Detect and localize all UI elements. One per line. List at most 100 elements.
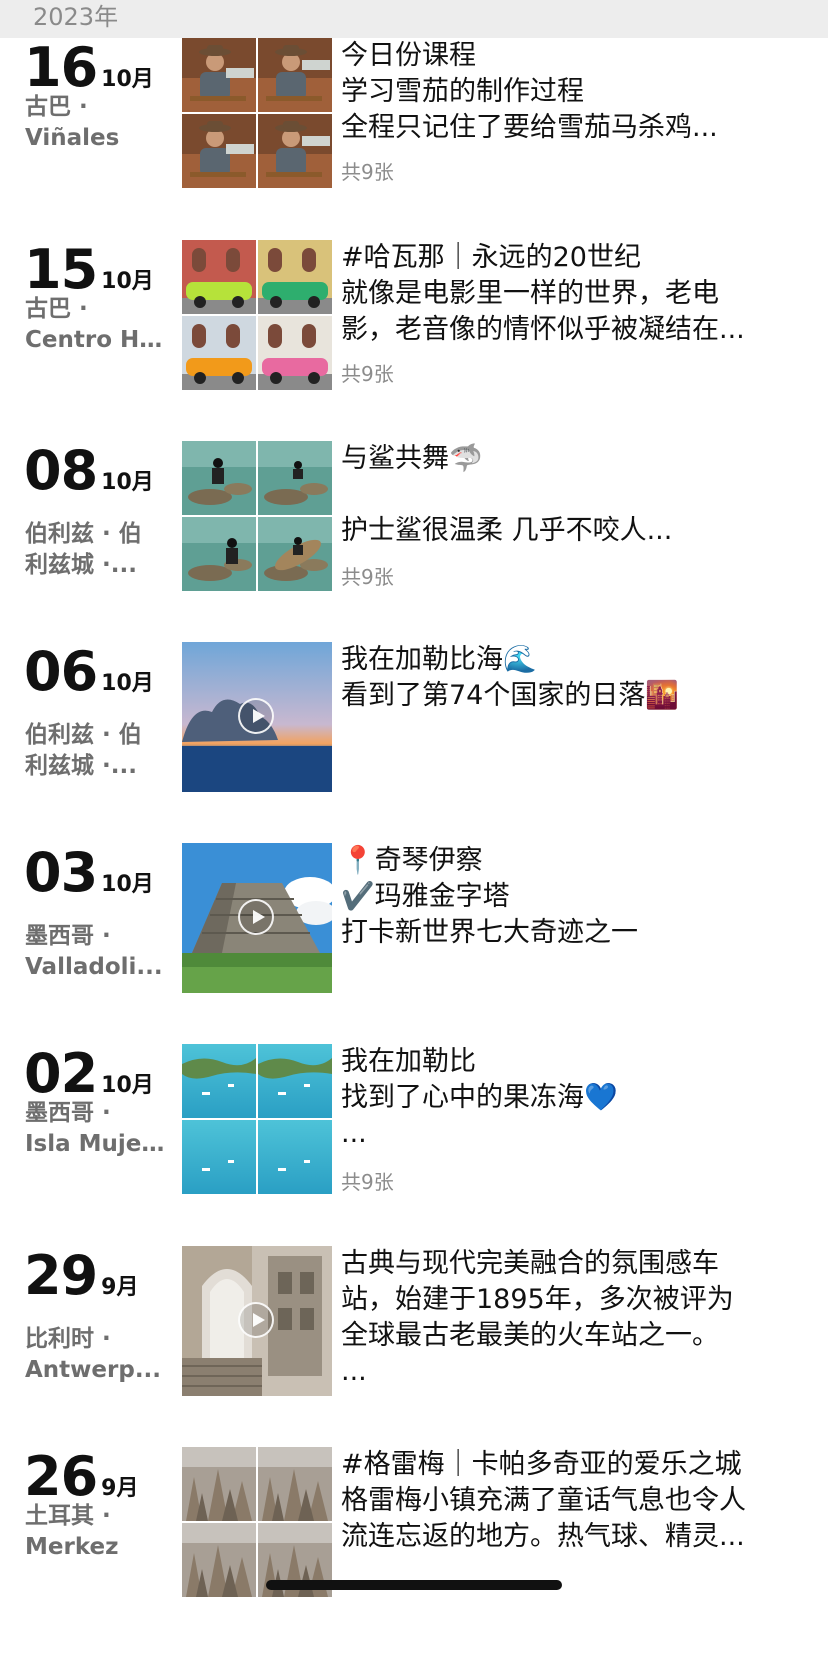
photo-thumbnail[interactable] bbox=[182, 240, 256, 314]
location-line-2: Centro H... bbox=[25, 327, 165, 353]
location-line-2: Valladoli... bbox=[25, 954, 163, 980]
photo-grid[interactable] bbox=[182, 38, 332, 188]
play-icon[interactable] bbox=[238, 698, 274, 734]
entry-text[interactable]: 与鲨共舞🦈 护士鲨很温柔 几乎不咬人... bbox=[341, 441, 811, 549]
location-line-1: 墨西哥 · bbox=[25, 1100, 111, 1126]
moment-entry[interactable]: 16 10月 古巴 · Viñales 今日份课程 学习雪茄的制作过程 全程只记… bbox=[0, 38, 828, 244]
text-line: 与鲨共舞🦈 bbox=[341, 443, 483, 474]
video-thumbnail[interactable] bbox=[182, 843, 332, 993]
text-line: 格雷梅小镇充满了童话气息也令人 bbox=[341, 1485, 746, 1516]
text-line: 我在加勒比海🌊 bbox=[341, 644, 537, 675]
entry-location: 古巴 · Viñales bbox=[25, 92, 165, 154]
location-line-1: 古巴 · bbox=[25, 94, 88, 120]
moment-entry[interactable]: 15 10月 古巴 · Centro H... #哈瓦那｜永远的20世纪就像是电影… bbox=[0, 240, 828, 446]
date-day: 29 bbox=[24, 1244, 98, 1307]
photo-thumbnail[interactable] bbox=[258, 1120, 332, 1194]
photo-thumbnail[interactable] bbox=[258, 441, 332, 515]
date-month: 10月 bbox=[101, 269, 154, 294]
photo-thumbnail[interactable] bbox=[182, 1120, 256, 1194]
photo-thumbnail[interactable] bbox=[182, 114, 256, 188]
photo-thumbnail[interactable] bbox=[258, 38, 332, 112]
location-line-2: Viñales bbox=[25, 125, 120, 151]
moment-entry[interactable]: 06 10月 伯利兹 · 伯 利兹城 ·... 我在加勒比海🌊 看到了第74个国家的… bbox=[0, 642, 828, 848]
location-line-2: Isla Muje... bbox=[25, 1131, 165, 1157]
date-day: 06 bbox=[24, 640, 98, 703]
photo-thumbnail[interactable] bbox=[182, 441, 256, 515]
text-line bbox=[341, 477, 811, 513]
entry-location: 比利时 · Antwerp... bbox=[25, 1324, 165, 1386]
moment-entry[interactable]: 03 10月 墨西哥 · Valladoli... 📍奇琴伊察 ✔️玛雅金字塔 打卡新… bbox=[0, 843, 828, 1049]
location-line-1: 伯利兹 · 伯 bbox=[25, 521, 142, 547]
entry-date: 26 9月 bbox=[24, 1447, 138, 1507]
entry-text[interactable]: 今日份课程 学习雪茄的制作过程 全程只记住了要给雪茄马杀鸡... bbox=[341, 38, 811, 146]
photo-thumbnail[interactable] bbox=[258, 517, 332, 591]
video-thumbnail[interactable] bbox=[182, 642, 332, 792]
date-month: 10月 bbox=[101, 1073, 154, 1098]
date-month: 10月 bbox=[101, 470, 154, 495]
photo-thumbnail[interactable] bbox=[258, 316, 332, 390]
location-line-1: 比利时 · bbox=[25, 1326, 111, 1352]
photo-grid[interactable] bbox=[182, 240, 332, 390]
entry-location: 墨西哥 · Valladoli... bbox=[25, 921, 165, 983]
location-line-1: 古巴 · bbox=[25, 296, 88, 322]
photo-thumbnail[interactable] bbox=[258, 240, 332, 314]
location-line-2: Antwerp... bbox=[25, 1357, 162, 1383]
text-line: ... bbox=[341, 1118, 367, 1149]
photo-thumbnail[interactable] bbox=[182, 1523, 256, 1597]
entry-date: 08 10月 bbox=[24, 441, 154, 501]
photo-thumbnail[interactable] bbox=[258, 114, 332, 188]
text-line: 古典与现代完美融合的氛围感车 bbox=[341, 1248, 719, 1279]
date-month: 9月 bbox=[101, 1476, 139, 1501]
moment-entry[interactable]: 02 10月 墨西哥 · Isla Muje... 我在加勒比 找到了心中的果冻海💙… bbox=[0, 1044, 828, 1250]
moment-entry[interactable]: 08 10月 伯利兹 · 伯 利兹城 ·... 与鲨共舞🦈 护士鲨很温柔 几乎不咬人… bbox=[0, 441, 828, 647]
entry-text[interactable]: 古典与现代完美融合的氛围感车 站，始建于1895年，多次被评为 全球最古老最美的火车… bbox=[341, 1246, 811, 1390]
photo-thumbnail[interactable] bbox=[182, 517, 256, 591]
entry-location: 伯利兹 · 伯 利兹城 ·... bbox=[25, 519, 165, 581]
date-month: 10月 bbox=[101, 671, 154, 696]
date-day: 03 bbox=[24, 841, 98, 904]
text-line: 📍奇琴伊察 bbox=[341, 845, 483, 876]
photo-thumbnail[interactable] bbox=[182, 1044, 256, 1118]
date-month: 10月 bbox=[101, 872, 154, 897]
text-line: 学习雪茄的制作过程 bbox=[341, 76, 584, 107]
text-line: #哈瓦那｜永远的20世纪 bbox=[341, 242, 641, 273]
photo-grid[interactable] bbox=[182, 1044, 332, 1194]
entry-date: 06 10月 bbox=[24, 642, 154, 702]
photo-count: 共9张 bbox=[341, 362, 394, 386]
text-line: 护士鲨很温柔 几乎不咬人... bbox=[341, 515, 673, 546]
entry-text[interactable]: #格雷梅｜卡帕多奇亚的爱乐之城 格雷梅小镇充满了童话气息也令人 流连忘返的地方。热气… bbox=[341, 1447, 811, 1555]
moment-entry[interactable]: 26 9月 土耳其 · Merkez #格雷梅｜卡帕多奇亚的爱乐之城 格雷梅小镇充满… bbox=[0, 1447, 828, 1653]
entry-text[interactable]: 我在加勒比 找到了心中的果冻海💙... bbox=[341, 1044, 811, 1152]
play-icon[interactable] bbox=[238, 899, 274, 935]
text-line: 站，始建于1895年，多次被评为 bbox=[341, 1284, 734, 1315]
text-line: 今日份课程 bbox=[341, 40, 476, 71]
date-month: 9月 bbox=[101, 1275, 139, 1300]
photo-count: 共9张 bbox=[341, 565, 394, 589]
date-day: 15 bbox=[24, 238, 98, 301]
text-line: 全球最古老最美的火车站之一。 bbox=[341, 1320, 719, 1351]
text-line: 看到了第74个国家的日落🌇 bbox=[341, 680, 679, 711]
photo-grid[interactable] bbox=[182, 1447, 332, 1597]
text-line: 就像是电影里一样的世界，老电 bbox=[341, 278, 719, 309]
date-day: 08 bbox=[24, 439, 98, 502]
location-line-2: 利兹城 ·... bbox=[25, 552, 137, 578]
photo-thumbnail[interactable] bbox=[182, 1447, 256, 1521]
entry-date: 15 10月 bbox=[24, 240, 154, 300]
photo-thumbnail[interactable] bbox=[258, 1044, 332, 1118]
entry-location: 古巴 · Centro H... bbox=[25, 294, 165, 356]
entry-text[interactable]: 📍奇琴伊察 ✔️玛雅金字塔 打卡新世界七大奇迹之一 bbox=[341, 843, 811, 951]
text-line: ... bbox=[341, 1356, 367, 1387]
entry-text[interactable]: #哈瓦那｜永远的20世纪就像是电影里一样的世界，老电 影，老音像的情怀似乎被凝结在… bbox=[341, 240, 811, 348]
photo-thumbnail[interactable] bbox=[182, 316, 256, 390]
photo-grid[interactable] bbox=[182, 441, 332, 591]
moment-entry[interactable]: 29 9月 比利时 · Antwerp... 古典与现代完美融合的氛围感车 站，始建… bbox=[0, 1246, 828, 1452]
entry-date: 29 9月 bbox=[24, 1246, 138, 1306]
entry-text[interactable]: 我在加勒比海🌊 看到了第74个国家的日落🌇 bbox=[341, 642, 811, 714]
photo-thumbnail[interactable] bbox=[258, 1447, 332, 1521]
text-line: #格雷梅｜卡帕多奇亚的爱乐之城 bbox=[341, 1449, 742, 1480]
play-icon[interactable] bbox=[238, 1302, 274, 1338]
video-thumbnail[interactable] bbox=[182, 1246, 332, 1396]
text-line: 流连忘返的地方。热气球、精灵... bbox=[341, 1521, 745, 1552]
text-line: 影，老音像的情怀似乎被凝结在... bbox=[341, 314, 745, 345]
photo-thumbnail[interactable] bbox=[182, 38, 256, 112]
